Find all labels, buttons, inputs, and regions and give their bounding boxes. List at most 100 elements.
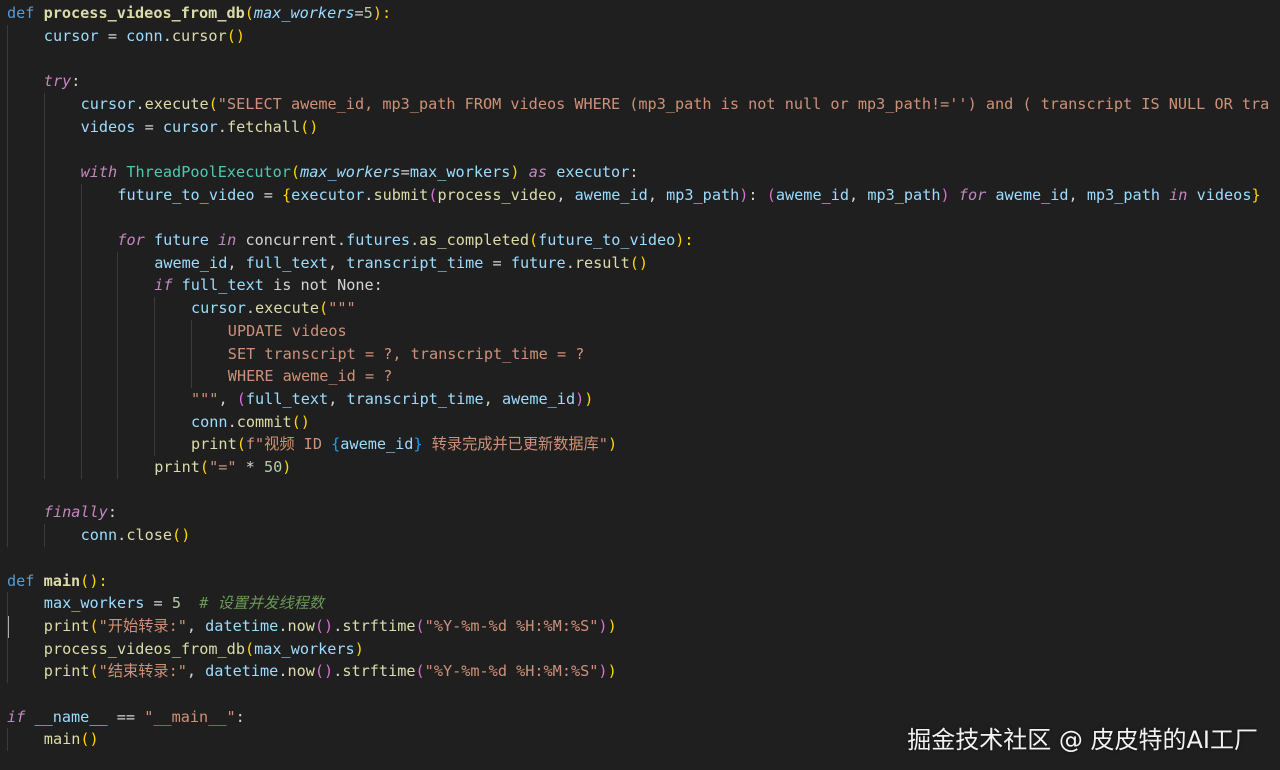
- code-token: cursor: [43, 26, 99, 45]
- code-line[interactable]: SET transcript = ?, transcript_time = ?: [228, 343, 585, 366]
- indent-guide: [80, 206, 82, 230]
- indent-guide: [7, 433, 8, 457]
- code-token: """: [191, 389, 219, 408]
- code-token: ,: [227, 253, 246, 272]
- code-token: ,: [327, 253, 347, 272]
- code-token: cursor: [80, 94, 136, 113]
- code-token: (): [80, 730, 99, 749]
- code-line[interactable]: WHERE aweme_id = ?: [228, 365, 393, 388]
- code-token: 转录完成并已更新数据库": [422, 435, 608, 454]
- indent-guide: [154, 365, 156, 389]
- code-token: print: [154, 458, 200, 476]
- indent-guide: [80, 365, 82, 389]
- indent-guide: [43, 183, 45, 207]
- code-line[interactable]: try:: [44, 70, 81, 93]
- code-token: .: [565, 253, 575, 272]
- indent-guide: [7, 229, 8, 252]
- code-token: fetchall: [226, 117, 301, 136]
- code-line[interactable]: def main():: [7, 570, 108, 593]
- code-line[interactable]: conn.close(): [81, 524, 191, 547]
- indent-guide: [7, 138, 8, 162]
- code-token: }: [1251, 185, 1261, 204]
- code-line[interactable]: """, (full_text, transcript_time, aweme_…: [191, 388, 593, 411]
- code-token: :: [748, 185, 767, 204]
- indent-guide: [80, 183, 82, 207]
- code-line[interactable]: videos = cursor.fetchall(): [81, 116, 319, 139]
- code-editor[interactable]: def process_videos_from_db(max_workers=5…: [0, 0, 1280, 770]
- indent-guide: [43, 229, 45, 252]
- code-token: ,: [1068, 185, 1087, 204]
- code-line[interactable]: with ThreadPoolExecutor(max_workers=max_…: [81, 161, 639, 184]
- code-token: conn: [191, 412, 228, 431]
- code-line[interactable]: if full_text is not None:: [154, 274, 383, 297]
- code-token: "SELECT aweme_id, mp3_path FROM videos W…: [217, 94, 1270, 113]
- code-line[interactable]: cursor.execute("SELECT aweme_id, mp3_pat…: [81, 93, 1270, 116]
- code-line[interactable]: future_to_video = {executor.submit(proce…: [117, 184, 1260, 207]
- indent-guide: [7, 410, 8, 434]
- indent-guide: [80, 297, 82, 321]
- code-token: (: [415, 662, 425, 681]
- code-line[interactable]: print("开始转录:", datetime.now().strftime("…: [44, 615, 617, 638]
- code-line[interactable]: print("=" * 50): [154, 456, 291, 479]
- code-token: videos: [1196, 185, 1252, 204]
- code-token: concurrent: [245, 231, 337, 249]
- code-token: (: [528, 231, 539, 249]
- code-token: conn: [80, 526, 118, 545]
- code-token: aweme_id: [154, 253, 228, 272]
- code-token: (: [208, 94, 218, 113]
- code-token: max_workers: [254, 639, 355, 658]
- code-line[interactable]: aweme_id, full_text, transcript_time = f…: [154, 252, 648, 275]
- code-line[interactable]: UPDATE videos: [228, 320, 347, 343]
- indent-guide: [7, 660, 8, 684]
- code-line[interactable]: def process_videos_from_db(max_workers=5…: [7, 2, 391, 25]
- code-token: mp3_path: [666, 185, 740, 204]
- code-token: mp3_path: [1086, 185, 1160, 204]
- indent-guide: [7, 637, 8, 661]
- code-token: =: [400, 162, 410, 181]
- code-token: """: [328, 299, 356, 318]
- indent-guide: [7, 47, 8, 71]
- code-token: conn: [126, 26, 163, 45]
- indent-guide: [154, 319, 156, 343]
- code-line[interactable]: main(): [44, 728, 99, 751]
- code-token: aweme_id: [340, 435, 414, 454]
- indent-guide: [7, 319, 8, 343]
- code-token: 5: [363, 4, 373, 22]
- indent-guide: [7, 342, 8, 366]
- indent-guide: [43, 342, 45, 366]
- code-token: mp3_path: [867, 185, 941, 204]
- code-line[interactable]: conn.commit(): [191, 411, 310, 434]
- code-line[interactable]: finally:: [44, 501, 117, 524]
- code-line[interactable]: process_videos_from_db(max_workers): [44, 638, 364, 661]
- code-line[interactable]: if __name__ == "__main__":: [7, 706, 245, 729]
- code-token: (: [89, 662, 99, 681]
- indent-guide: [80, 274, 82, 298]
- code-line[interactable]: print("结束转录:", datetime.now().strftime("…: [44, 660, 617, 683]
- code-token: executor: [556, 162, 630, 181]
- code-line[interactable]: for future in concurrent.futures.as_comp…: [117, 229, 693, 252]
- code-token: for: [117, 231, 145, 249]
- code-line[interactable]: max_workers = 5 # 设置并发线程数: [44, 592, 324, 615]
- indent-guide: [154, 342, 156, 366]
- indent-guide: [154, 410, 156, 434]
- code-token: def: [7, 4, 35, 22]
- indent-guide: [154, 297, 156, 321]
- indent-guide: [43, 138, 45, 162]
- code-token: .: [410, 231, 420, 249]
- code-token: ,: [328, 389, 347, 408]
- code-token: in: [218, 231, 237, 249]
- code-line[interactable]: print(f"视频 ID {aweme_id} 转录完成并已更新数据库"): [191, 433, 617, 456]
- indent-guide: [43, 297, 45, 321]
- code-token: }: [413, 435, 423, 454]
- code-token: max_workers: [409, 162, 511, 181]
- indent-guide: [7, 478, 8, 502]
- code-line[interactable]: cursor.execute(""": [191, 297, 356, 320]
- code-line[interactable]: cursor = conn.cursor(): [44, 25, 245, 48]
- code-token: (): [291, 412, 310, 431]
- code-token: ):: [372, 4, 392, 22]
- code-token: max_workers: [253, 4, 355, 22]
- watermark-label: 掘金技术社区 @ 皮皮特的AI工厂: [907, 726, 1258, 754]
- code-token: "结束转录:": [98, 662, 187, 681]
